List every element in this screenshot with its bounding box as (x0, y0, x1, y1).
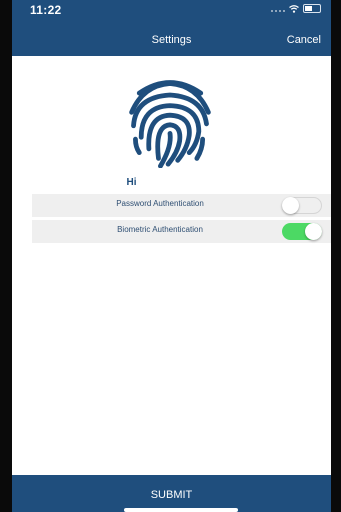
page-title: Settings (151, 34, 192, 46)
wifi-icon (289, 4, 299, 13)
battery-icon (303, 4, 321, 13)
toggle-knob (305, 223, 322, 240)
password-auth-toggle[interactable] (282, 197, 322, 214)
app-screen: 11:22 Settings Cancel Hi Password Authen… (12, 0, 331, 512)
biometric-auth-label: Biometric Authentication (117, 225, 203, 234)
password-auth-row: Password Authentication (32, 194, 331, 217)
fingerprint-icon (129, 80, 211, 168)
status-time: 11:22 (30, 3, 62, 17)
toggle-knob (282, 197, 299, 214)
biometric-auth-row: Biometric Authentication (32, 220, 331, 243)
biometric-auth-toggle[interactable] (282, 223, 322, 240)
home-indicator (124, 508, 238, 512)
submit-button[interactable]: SUBMIT (12, 489, 331, 501)
greeting-text: Hi (126, 177, 137, 188)
cancel-button[interactable]: Cancel (287, 34, 321, 46)
signal-icon (271, 6, 285, 12)
password-auth-label: Password Authentication (116, 199, 204, 208)
top-bar: 11:22 Settings Cancel (12, 0, 331, 56)
status-icons (271, 4, 321, 13)
bottom-bar: SUBMIT (12, 475, 331, 512)
